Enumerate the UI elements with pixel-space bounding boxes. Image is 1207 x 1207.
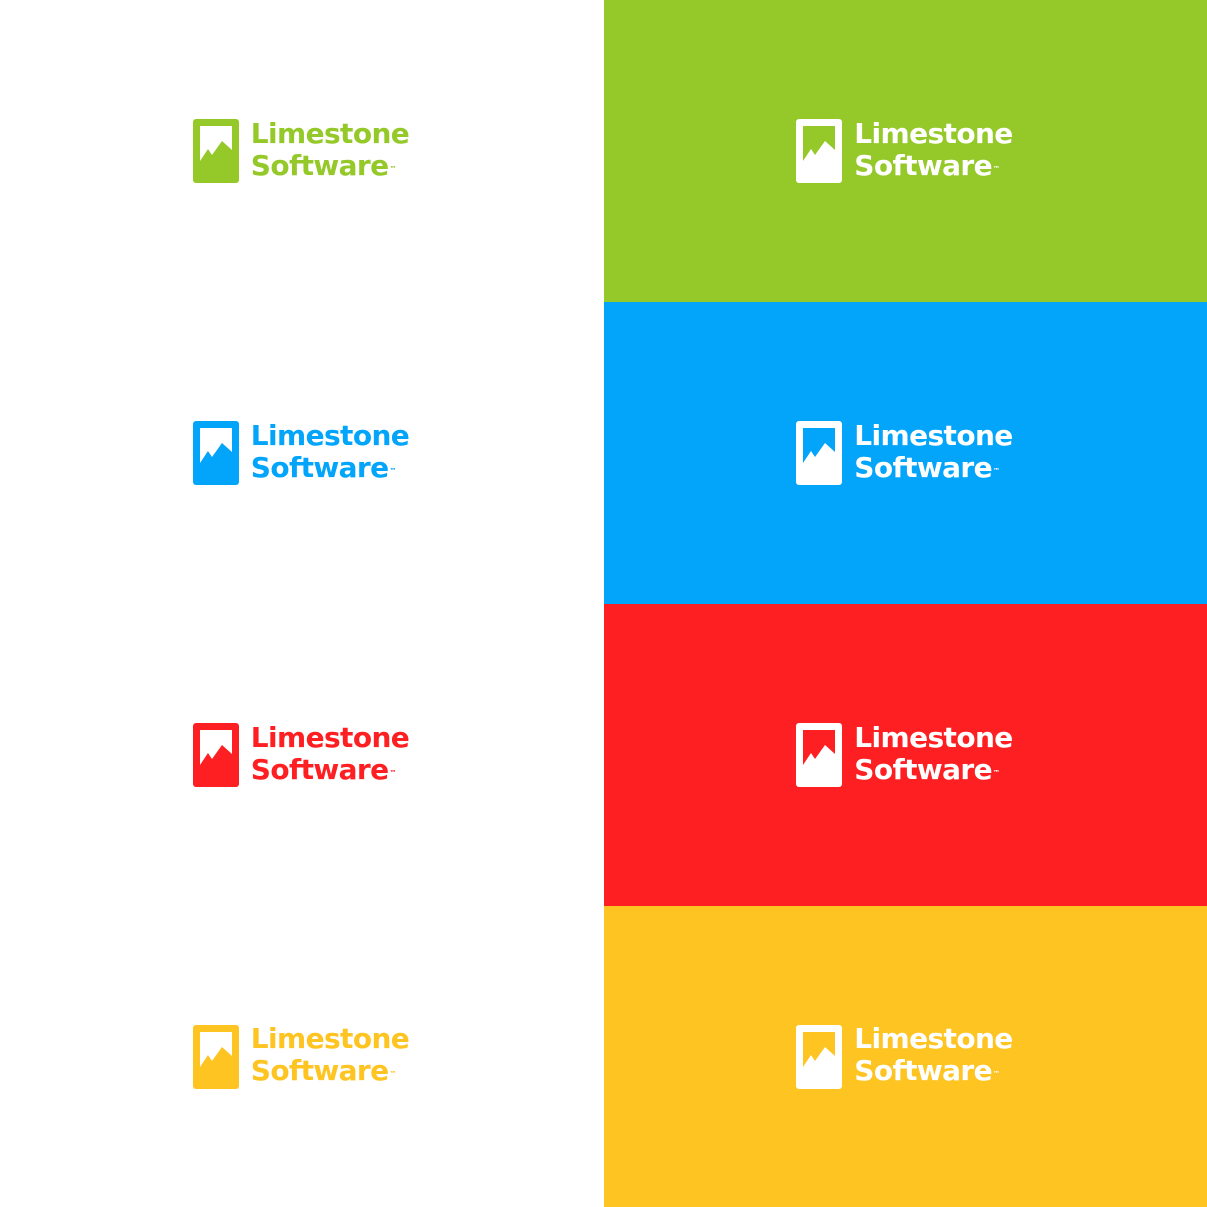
trademark-symbol: ™ <box>389 466 397 475</box>
wordmark: Limestone Software™ <box>854 116 1013 185</box>
limestone-software-logo: Limestone Software™ <box>192 1022 410 1090</box>
wordmark: Limestone Software™ <box>854 418 1013 487</box>
wordmark-line-2-text: Software <box>854 752 993 786</box>
wordmark-line-2-text: Software <box>250 148 389 182</box>
limestone-software-logo: Limestone Software™ <box>192 720 410 789</box>
trademark-symbol: ™ <box>389 164 397 173</box>
wordmark: Limestone Software™ <box>250 1022 410 1090</box>
wordmark-line-1: Limestone <box>854 720 1013 754</box>
mountain-frame-icon <box>192 421 239 485</box>
mountain-frame-icon <box>192 1024 239 1089</box>
limestone-software-logo: Limestone Software™ <box>796 418 1013 487</box>
limestone-software-logo: Limestone Software™ <box>796 116 1013 185</box>
swatch-green-on-white: Limestone Software™ <box>0 0 604 302</box>
wordmark-line-2: Software™ <box>854 450 1012 487</box>
swatch-yellow-on-white: Limestone Software™ <box>0 906 604 1207</box>
mountain-frame-icon <box>192 723 239 787</box>
wordmark-line-2-text: Software <box>854 1054 993 1087</box>
wordmark-line-2-text: Software <box>854 148 993 182</box>
logo-color-variations-grid: Limestone Software™ Limestone Software™ <box>0 0 1207 1207</box>
wordmark-line-2-text: Software <box>250 450 389 484</box>
mountain-frame-icon <box>796 421 843 485</box>
wordmark-line-2: Software™ <box>250 450 409 487</box>
wordmark-line-1: Limestone <box>854 418 1013 452</box>
wordmark-line-1: Limestone <box>250 720 410 754</box>
trademark-symbol: ™ <box>993 466 1001 475</box>
swatch-yellow-reversed: Limestone Software™ <box>604 906 1207 1207</box>
wordmark-line-2-text: Software <box>250 752 389 786</box>
swatch-red-reversed: Limestone Software™ <box>604 604 1207 906</box>
limestone-software-logo: Limestone Software™ <box>796 720 1013 789</box>
wordmark-line-1: Limestone <box>854 1022 1013 1055</box>
wordmark-line-2-text: Software <box>250 1054 389 1087</box>
mountain-frame-icon <box>796 1024 843 1089</box>
swatch-blue-on-white: Limestone Software™ <box>0 302 604 604</box>
wordmark: Limestone Software™ <box>250 418 410 487</box>
wordmark-line-2: Software™ <box>854 148 1012 185</box>
wordmark: Limestone Software™ <box>854 1022 1013 1090</box>
wordmark-line-2: Software™ <box>251 1055 409 1090</box>
wordmark-line-2: Software™ <box>854 1055 1012 1090</box>
swatch-green-reversed: Limestone Software™ <box>604 0 1207 302</box>
wordmark: Limestone Software™ <box>250 720 410 789</box>
wordmark: Limestone Software™ <box>250 116 410 185</box>
wordmark-line-1: Limestone <box>250 116 410 150</box>
mountain-frame-icon <box>796 723 843 787</box>
wordmark-line-2-text: Software <box>854 450 993 484</box>
swatch-red-on-white: Limestone Software™ <box>0 604 604 906</box>
trademark-symbol: ™ <box>389 768 397 777</box>
trademark-symbol: ™ <box>993 768 1001 777</box>
wordmark-line-2: Software™ <box>250 752 409 789</box>
trademark-symbol: ™ <box>993 1070 1001 1078</box>
wordmark-line-1: Limestone <box>250 418 410 452</box>
limestone-software-logo: Limestone Software™ <box>192 116 410 185</box>
wordmark: Limestone Software™ <box>854 720 1013 789</box>
trademark-symbol: ™ <box>993 164 1001 173</box>
limestone-software-logo: Limestone Software™ <box>192 418 410 487</box>
swatch-blue-reversed: Limestone Software™ <box>604 302 1207 604</box>
wordmark-line-1: Limestone <box>250 1022 410 1055</box>
mountain-frame-icon <box>192 119 239 183</box>
limestone-software-logo: Limestone Software™ <box>796 1022 1013 1090</box>
wordmark-line-2: Software™ <box>250 148 409 185</box>
trademark-symbol: ™ <box>389 1070 397 1078</box>
mountain-frame-icon <box>796 119 843 183</box>
wordmark-line-1: Limestone <box>854 116 1013 150</box>
wordmark-line-2: Software™ <box>854 752 1012 789</box>
